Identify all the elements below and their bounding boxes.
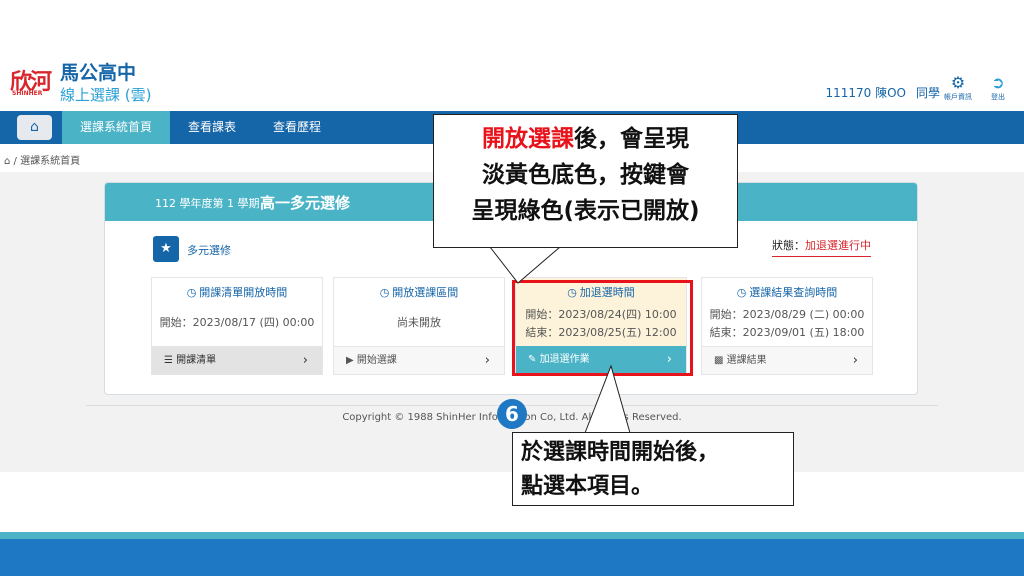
nav-item-timetable[interactable]: 查看課表	[170, 111, 254, 144]
callout-bottom-line1: 於選課時間開始後，	[521, 440, 720, 465]
system-subtitle: 線上選課 (雲)	[60, 86, 152, 104]
logout-label: 登出	[991, 93, 1005, 101]
clock-icon: ◷	[736, 286, 747, 299]
chevron-right-icon: ›	[852, 353, 858, 368]
card-course-list: ◷ 開課清單開放時間 開始：2023/08/17 (四) 00:00 ☰ 開課清單…	[151, 277, 323, 375]
bar-chart-icon: ▩	[714, 355, 724, 366]
selection-result-button[interactable]: ▩ 選課結果 ›	[702, 346, 872, 374]
play-circle-icon: ▶	[346, 355, 354, 366]
step-number-badge: 6	[497, 399, 527, 429]
clock-icon: ◷	[379, 286, 390, 299]
user-id-name: 111170 陳OO	[825, 86, 906, 100]
screen: 欣河 SHINHER 馬公高中 線上選課 (雲) 111170 陳OO 同學 ⚙ …	[0, 0, 1024, 576]
school-name: 馬公高中	[60, 62, 137, 84]
nav-item-home[interactable]: 選課系統首頁	[62, 111, 171, 144]
account-info-button[interactable]: ⚙ 帳戶資訊	[940, 74, 976, 102]
card-title-text: 開放選課區間	[392, 286, 459, 299]
chevron-right-icon: ›	[302, 353, 308, 368]
selection-result-label: 選課結果	[726, 355, 767, 366]
card-selection-period: ◷ 開放選課區間 尚未開放 ▶ 開始選課 ›	[333, 277, 505, 375]
callout-bottom-line2: 點選本項目。	[521, 474, 654, 499]
card-end-time: 結束：2023/09/01 (五) 18:00	[709, 326, 865, 339]
card-not-open: 尚未開放	[397, 316, 441, 329]
account-info-label: 帳戶資訊	[944, 93, 972, 101]
course-list-label: 開課清單	[176, 355, 217, 366]
user-role: 同學	[915, 86, 940, 100]
bottom-bar-stripe	[0, 532, 1024, 539]
callout-top-rest: 後，會呈現	[574, 126, 689, 152]
breadcrumb-current: 選課系統首頁	[20, 156, 81, 167]
start-selection-button[interactable]: ▶ 開始選課 ›	[334, 346, 504, 374]
elective-icon: ★	[153, 236, 179, 262]
annotation-callout-bottom: 於選課時間開始後， 點選本項目。	[512, 432, 794, 506]
logout-button[interactable]: ➲ 登出	[986, 74, 1010, 102]
nav-item-history[interactable]: 查看歷程	[255, 111, 339, 144]
highlight-frame	[512, 280, 693, 376]
panel-term: 112 學年度第 1 學期	[155, 197, 260, 210]
card-title-text: 開課清單開放時間	[199, 286, 288, 299]
card-title-text: 選課結果查詢時間	[749, 286, 838, 299]
card-title: ◷ 選課結果查詢時間	[702, 284, 872, 300]
breadcrumb-separator: /	[13, 156, 17, 167]
user-info: 111170 陳OO 同學	[825, 84, 940, 101]
status-value: 加退選進行中	[805, 239, 871, 252]
chevron-right-icon: ›	[484, 353, 490, 368]
annotation-callout-top: 開放選課後，會呈現 淡黃色底色，按鍵會 呈現綠色(表示已開放)	[433, 114, 738, 248]
course-list-button[interactable]: ☰ 開課清單 ›	[152, 346, 322, 374]
panel-title: 高一多元選修	[260, 194, 351, 212]
list-icon: ☰	[164, 355, 173, 366]
section-title: 多元選修	[187, 244, 231, 257]
callout-top-line1: 開放選課後，會呈現	[442, 121, 729, 157]
start-selection-label: 開始選課	[356, 355, 397, 366]
card-title: ◷ 開放選課區間	[334, 284, 504, 300]
home-icon: ⌂	[30, 119, 39, 135]
status-label: 狀態：	[772, 239, 805, 252]
clock-icon: ◷	[186, 286, 197, 299]
callout-top-line2: 淡黃色底色，按鍵會	[482, 162, 689, 188]
logo-sub: SHINHER	[12, 90, 43, 97]
card-title: ◷ 開課清單開放時間	[152, 284, 322, 300]
card-result-query: ◷ 選課結果查詢時間 開始：2023/08/29 (二) 00:00 結束：202…	[701, 277, 873, 375]
card-start-time: 開始：2023/08/17 (四) 00:00	[159, 316, 315, 329]
nav-home-button[interactable]: ⌂	[17, 115, 52, 140]
card-start-time: 開始：2023/08/29 (二) 00:00	[709, 308, 865, 321]
user-gear-icon: ⚙	[950, 73, 966, 92]
callout-top-red: 開放選課	[482, 126, 574, 152]
breadcrumb-home-icon[interactable]: ⌂	[4, 156, 10, 167]
callout-top-line3: 呈現綠色(表示已開放)	[471, 198, 700, 224]
status-badge: 狀態：加退選進行中	[772, 237, 871, 257]
logout-icon: ➲	[991, 73, 1005, 92]
slide-bottom-bar	[0, 532, 1024, 576]
shinher-logo: 欣河 SHINHER	[10, 64, 56, 98]
